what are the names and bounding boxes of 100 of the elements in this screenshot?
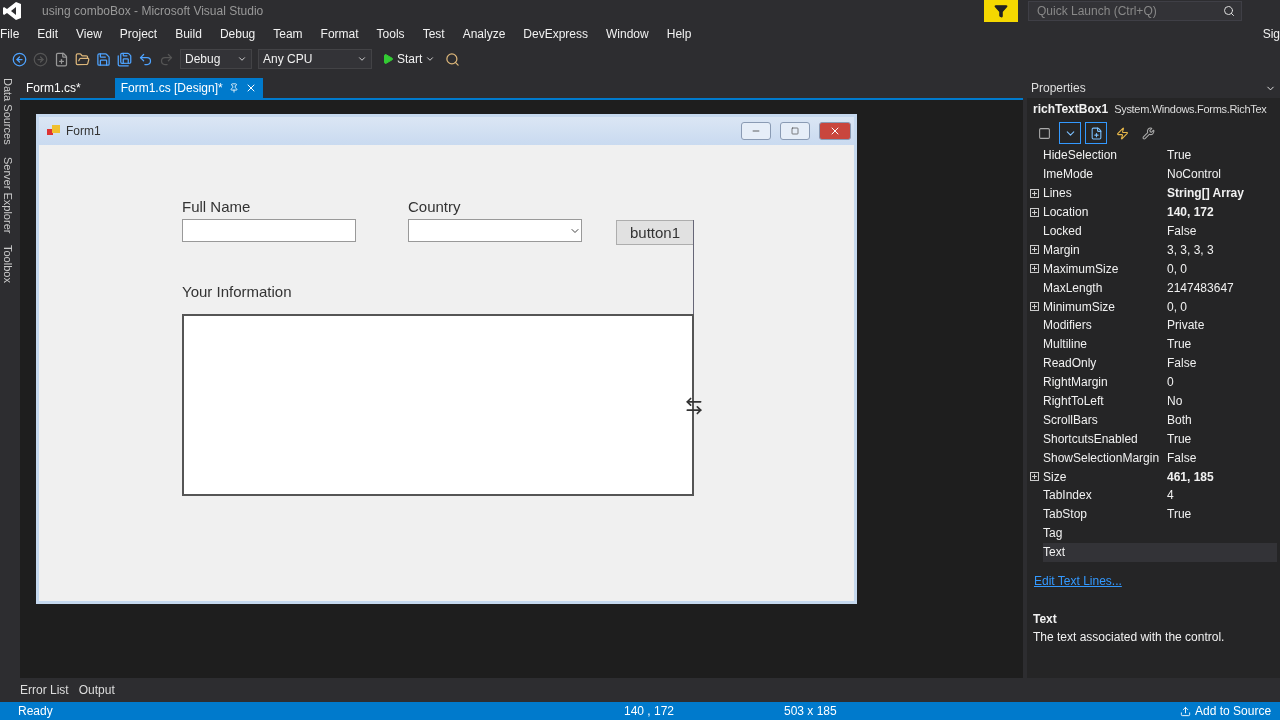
panel-tab[interactable]: Error List [20,683,69,697]
property-value[interactable]: 0, 0 [1165,297,1277,316]
platform-dropdown[interactable]: Any CPU [258,49,372,69]
caret-icon [237,54,247,64]
menu-item[interactable]: Format [311,27,368,41]
undo-icon[interactable] [138,51,153,67]
property-value[interactable]: True [1165,334,1277,354]
property-name[interactable]: RightMargin [1043,372,1165,392]
edit-lines-link[interactable]: Edit Text Lines... [1034,574,1280,588]
close-button[interactable] [819,122,851,140]
expand-icon[interactable] [1030,472,1039,482]
name-input-field[interactable] [182,219,356,242]
close-icon [829,125,841,137]
menu-item[interactable]: Test [413,27,454,41]
property-value[interactable]: String[] Array [1165,183,1277,203]
menu-item[interactable]: Build [166,27,211,41]
back-icon[interactable] [12,51,27,67]
expand-icon[interactable] [1030,245,1039,255]
start-button[interactable]: Start [378,52,440,66]
resize-cursor-icon[interactable] [684,396,704,416]
property-name[interactable]: Tag [1043,523,1165,543]
property-name[interactable]: ScrollBars [1043,410,1165,430]
property-value[interactable]: 0, 0 [1165,259,1277,279]
property-value[interactable]: False [1165,221,1277,241]
menu-item[interactable]: Debug [210,27,265,41]
property-value[interactable]: 3, 3, 3, 3 [1165,240,1277,260]
property-name[interactable]: ShowSelectionMargin [1043,448,1165,468]
property-name[interactable]: Location [1043,202,1165,222]
configuration-dropdown[interactable]: Debug [180,49,252,69]
property-name[interactable]: Text [1043,542,1165,562]
play-icon [382,53,394,65]
menu-item[interactable]: Edit [28,27,68,41]
property-value[interactable]: True [1165,429,1277,449]
property-name[interactable]: TabStop [1043,504,1165,524]
side-tab[interactable]: Toolbox [0,245,14,283]
property-name[interactable]: Lines [1043,183,1165,203]
property-value[interactable]: False [1165,353,1277,373]
property-name[interactable]: RightToLeft [1043,391,1165,411]
status-text: Ready [18,704,54,718]
menu-item[interactable]: File [0,27,29,41]
menu-item[interactable]: Project [110,27,167,41]
menu-item[interactable]: DevExpress [514,27,598,41]
menu-item[interactable]: Tools [367,27,414,41]
property-value[interactable]: 461, 185 [1165,467,1277,487]
save-all-icon[interactable] [117,51,132,67]
property-value[interactable]: No [1165,391,1277,411]
new-file-icon[interactable] [54,51,69,67]
funnel-icon [994,4,1008,18]
save-icon[interactable] [96,51,111,67]
property-name[interactable]: Margin [1043,240,1165,260]
property-value[interactable]: Private [1165,316,1277,335]
property-value[interactable]: True [1165,504,1277,524]
upload-icon [1180,705,1191,717]
panel-tab[interactable]: Output [78,683,115,697]
property-name[interactable]: Modifiers [1043,316,1165,335]
property-value[interactable]: 0 [1165,372,1277,392]
source-control-button[interactable]: Add to Source [1180,704,1272,718]
property-name[interactable]: TabIndex [1043,486,1165,505]
menu-item[interactable]: Analyze [453,27,515,41]
property-value[interactable]: Both [1165,410,1277,430]
property-name[interactable]: ReadOnly [1043,353,1165,373]
expand-icon[interactable] [1030,188,1039,198]
property-name[interactable]: ShortcutsEnabled [1043,429,1165,449]
menu-item[interactable]: View [67,27,111,41]
description-text: The text associated with the control. [1033,630,1226,644]
property-name[interactable]: MinimumSize [1043,297,1165,316]
side-tab[interactable]: Server Explorer [0,156,14,234]
document-tab[interactable]: Form1.cs* [20,78,87,98]
property-value[interactable]: 140, 172 [1165,202,1277,222]
document-tab[interactable]: Form1.cs [Design]* [114,78,263,98]
expand-icon[interactable] [1030,207,1039,217]
property-name[interactable]: Multiline [1043,334,1165,354]
property-name[interactable]: MaxLength [1043,278,1165,298]
menu-item[interactable]: Team [264,27,312,41]
side-tab[interactable]: Data Sources [0,78,14,145]
property-value[interactable]: True [1165,146,1277,165]
country-dropdown[interactable] [408,219,582,242]
menu-item[interactable]: Window [597,27,658,41]
property-value[interactable]: 4 [1165,486,1277,505]
object-type: System.Windows.Forms.RichTex [1114,103,1267,115]
property-name[interactable]: ImeMode [1043,164,1165,184]
find-icon[interactable] [445,51,461,67]
property-value[interactable]: NoControl [1165,164,1277,184]
property-value[interactable]: 2147483647 [1165,278,1277,298]
folder-icon[interactable] [75,51,90,67]
property-name[interactable]: Size [1043,467,1165,487]
pin-icon[interactable] [228,83,239,93]
properties-icon[interactable] [1085,122,1107,144]
expand-icon[interactable] [1030,264,1039,274]
property-name[interactable]: Locked [1043,221,1165,241]
feedback-button[interactable] [984,0,1018,22]
menu-item[interactable]: Help [657,27,701,41]
property-name[interactable]: MaximumSize [1043,259,1165,279]
form-button[interactable]: button1 [616,220,694,245]
property-value[interactable]: False [1165,448,1277,468]
sign-in-link[interactable]: Sig [1262,27,1280,41]
window-title: using comboBox - Microsoft Visual Studio [42,4,265,18]
expand-icon[interactable] [1030,302,1039,312]
quick-launch-field[interactable]: Quick Launch (Ctrl+Q) [1028,1,1242,21]
property-name[interactable]: HideSelection [1043,146,1165,165]
